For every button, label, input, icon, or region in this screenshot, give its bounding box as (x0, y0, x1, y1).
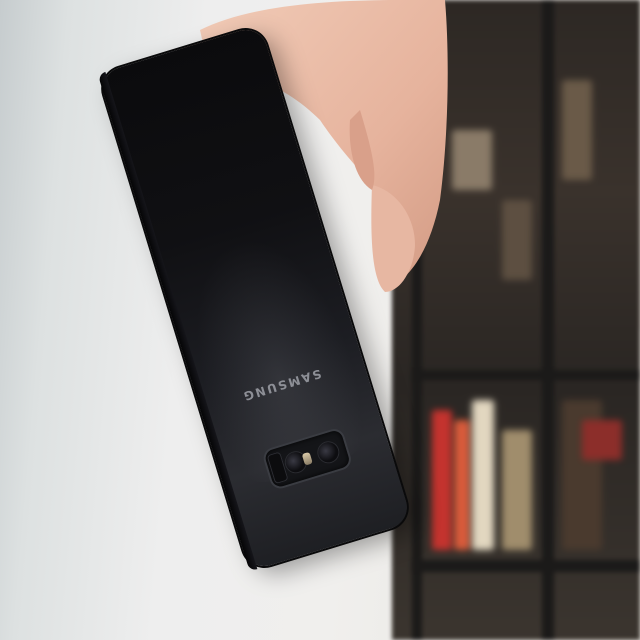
photo-scene: SAMSUNG (0, 0, 640, 640)
camera-lens-icon (315, 439, 341, 465)
